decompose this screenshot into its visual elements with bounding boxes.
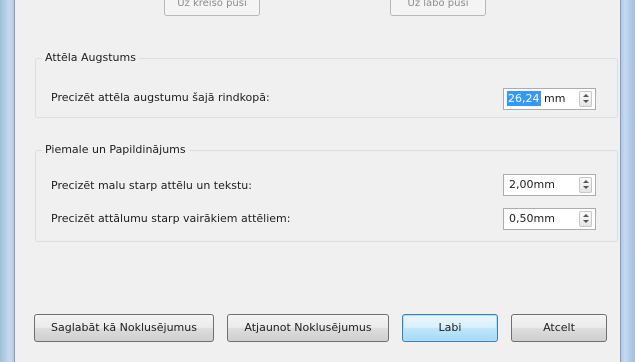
margin-group-title: Piemale un Papildinājums xyxy=(42,143,189,156)
stepper-up-icon[interactable] xyxy=(583,94,589,97)
image-height-stepper[interactable] xyxy=(579,91,592,107)
image-height-group-title: Attēla Augstums xyxy=(42,51,139,64)
text-margin-input[interactable]: 2,00mm xyxy=(503,174,596,196)
image-height-value[interactable]: 26,24 xyxy=(507,91,541,106)
text-margin-label: Precizēt malu starp attēlu un tekstu: xyxy=(51,179,252,192)
stepper-down-icon[interactable] xyxy=(583,100,589,103)
align-left-button[interactable]: Uz kreiso pusi xyxy=(164,0,260,16)
image-spacing-label: Precizēt attālumu starp vairākiem attēli… xyxy=(51,212,291,225)
stepper-down-icon[interactable] xyxy=(583,220,589,223)
stepper-up-icon[interactable] xyxy=(583,214,589,217)
text-margin-value[interactable]: 2,00mm xyxy=(509,178,555,191)
restore-defaults-button[interactable]: Atjaunot Noklusējumus xyxy=(227,314,389,342)
window-frame-right xyxy=(621,0,635,362)
save-as-default-button[interactable]: Saglabāt kā Noklusējumus xyxy=(34,314,214,342)
image-height-input[interactable]: 26,24 mm xyxy=(503,88,596,110)
dialog-panel: Uz kreiso pusi Uz labo pusi Attēla Augst… xyxy=(14,0,621,362)
align-right-button[interactable]: Uz labo pusi xyxy=(390,0,486,16)
window-frame-left xyxy=(0,0,14,362)
image-height-unit: mm xyxy=(544,92,566,105)
cancel-button[interactable]: Atcelt xyxy=(511,314,607,342)
text-margin-stepper[interactable] xyxy=(579,177,592,193)
stepper-up-icon[interactable] xyxy=(583,180,589,183)
image-spacing-stepper[interactable] xyxy=(579,211,592,227)
ok-button[interactable]: Labi xyxy=(402,314,498,342)
stepper-down-icon[interactable] xyxy=(583,186,589,189)
image-height-label: Precizēt attēla augstumu šajā rindkopā: xyxy=(51,91,270,104)
image-spacing-value[interactable]: 0,50mm xyxy=(509,212,555,225)
image-spacing-input[interactable]: 0,50mm xyxy=(503,208,596,230)
